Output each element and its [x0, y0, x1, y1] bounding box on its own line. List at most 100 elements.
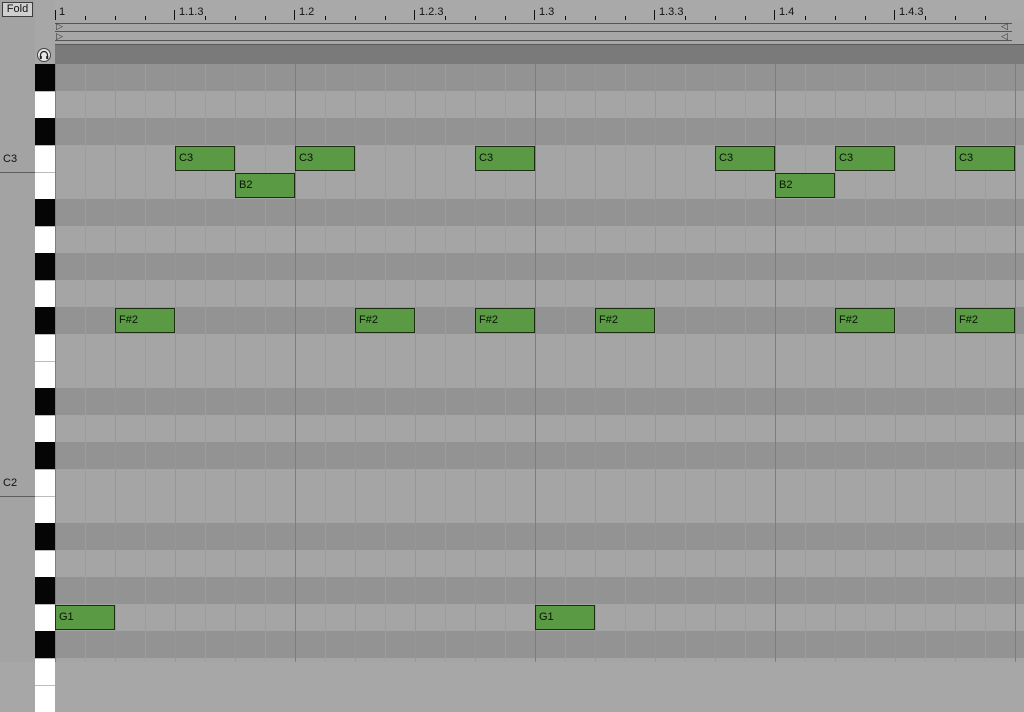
grid-row	[55, 280, 1024, 307]
black-key[interactable]	[35, 64, 55, 91]
black-key[interactable]	[35, 199, 55, 226]
grid-row	[55, 226, 1024, 253]
black-key[interactable]	[35, 307, 55, 334]
midi-note[interactable]: C3	[475, 146, 535, 171]
loop-end-marker-icon[interactable]: ◁	[1001, 21, 1008, 31]
grid-row	[55, 469, 1024, 496]
white-key[interactable]	[35, 226, 55, 253]
piano-keyboard[interactable]	[35, 64, 55, 712]
grid-row	[55, 172, 1024, 199]
key-separator	[35, 226, 55, 227]
grid-row	[55, 550, 1024, 577]
beat-time-ruler[interactable]: 1 1.1.3 1.2 1.2.3 1.3 1.3.3 1.4 1.4.3	[55, 0, 1024, 20]
grid-line	[385, 64, 386, 662]
white-key[interactable]	[35, 550, 55, 577]
midi-note[interactable]: C3	[835, 146, 895, 171]
grid-line	[355, 64, 356, 662]
white-key[interactable]	[35, 658, 55, 685]
fold-button[interactable]: Fold	[2, 2, 33, 17]
piano-roll-editor: Fold C3 C2 1 1.1.3 1.2 1.2.3 1.3 1.3.3 1.4 1.4.3…	[0, 0, 1024, 712]
grid-row	[55, 199, 1024, 226]
ruler-label: 1.1.3	[179, 6, 204, 18]
black-key[interactable]	[35, 523, 55, 550]
clip-header-strip	[55, 44, 1024, 64]
grid-row	[55, 631, 1024, 658]
white-key[interactable]	[35, 145, 55, 172]
ruler-label: 1.2	[299, 6, 315, 18]
ruler-tick	[654, 10, 655, 20]
grid-line	[625, 64, 626, 662]
white-key[interactable]	[35, 280, 55, 307]
ruler-label: 1.3.3	[659, 6, 684, 18]
midi-note[interactable]: F#2	[475, 308, 535, 333]
loop-brace[interactable]: ▷ ▷ ◁ ◁	[55, 20, 1024, 44]
midi-note[interactable]: C3	[175, 146, 235, 171]
midi-note[interactable]: G1	[55, 605, 115, 630]
key-separator	[35, 91, 55, 92]
white-key[interactable]	[35, 685, 55, 712]
grid-row	[55, 577, 1024, 604]
white-key[interactable]	[35, 172, 55, 199]
grid-line	[235, 64, 236, 662]
midi-note[interactable]: F#2	[355, 308, 415, 333]
grid-row	[55, 388, 1024, 415]
grid-line	[655, 64, 656, 662]
octave-label: C2	[3, 477, 18, 489]
note-grid[interactable]: C3 C3 C3 C3 C3 C3 B2 B2 F#2 F#2 F#2 F#2 F#2 F#2 G1 G1	[55, 64, 1024, 662]
grid-line	[85, 64, 86, 662]
grid-line	[445, 64, 446, 662]
black-key[interactable]	[35, 388, 55, 415]
grid-row	[55, 523, 1024, 550]
grid-row	[55, 334, 1024, 361]
key-separator	[35, 280, 55, 281]
grid-line	[415, 64, 416, 662]
loop-end-marker-icon[interactable]: ◁	[1001, 31, 1008, 41]
grid-row	[55, 658, 1024, 662]
white-key[interactable]	[35, 415, 55, 442]
midi-note[interactable]: F#2	[955, 308, 1015, 333]
loop-start-marker-icon[interactable]: ▷	[56, 21, 63, 31]
black-key[interactable]	[35, 118, 55, 145]
key-separator	[35, 658, 55, 659]
grid-line	[115, 64, 116, 662]
black-key[interactable]	[35, 253, 55, 280]
key-separator	[35, 496, 55, 497]
midi-note[interactable]: B2	[235, 173, 295, 198]
midi-note[interactable]: B2	[775, 173, 835, 198]
grid-row	[55, 64, 1024, 91]
white-key[interactable]	[35, 604, 55, 631]
grid-row	[55, 361, 1024, 388]
black-key[interactable]	[35, 442, 55, 469]
loop-start-marker-icon[interactable]: ▷	[56, 31, 63, 41]
key-separator	[35, 145, 55, 146]
key-separator	[35, 415, 55, 416]
black-key[interactable]	[35, 631, 55, 658]
black-key[interactable]	[35, 577, 55, 604]
preview-headphones-icon[interactable]	[37, 48, 51, 62]
midi-note[interactable]: F#2	[835, 308, 895, 333]
ruler-tick	[534, 10, 535, 20]
octave-label: C3	[3, 153, 18, 165]
ruler-label: 1.3	[539, 6, 555, 18]
midi-note[interactable]: C3	[295, 146, 355, 171]
white-key[interactable]	[35, 361, 55, 388]
midi-note[interactable]: C3	[955, 146, 1015, 171]
grid-row	[55, 91, 1024, 118]
midi-note[interactable]: F#2	[595, 308, 655, 333]
grid-row	[55, 415, 1024, 442]
ruler-tick	[55, 10, 56, 20]
white-key[interactable]	[35, 496, 55, 523]
midi-note[interactable]: G1	[535, 605, 595, 630]
white-key[interactable]	[35, 334, 55, 361]
ruler-tick	[774, 10, 775, 20]
white-key[interactable]	[35, 91, 55, 118]
key-separator	[35, 469, 55, 470]
midi-note[interactable]: F#2	[115, 308, 175, 333]
ruler-label: 1.2.3	[419, 6, 444, 18]
grid-line	[55, 64, 56, 662]
ruler-tick	[294, 10, 295, 20]
grid-line	[535, 64, 536, 662]
midi-note[interactable]: C3	[715, 146, 775, 171]
white-key[interactable]	[35, 469, 55, 496]
ruler-label: 1.4	[779, 6, 795, 18]
